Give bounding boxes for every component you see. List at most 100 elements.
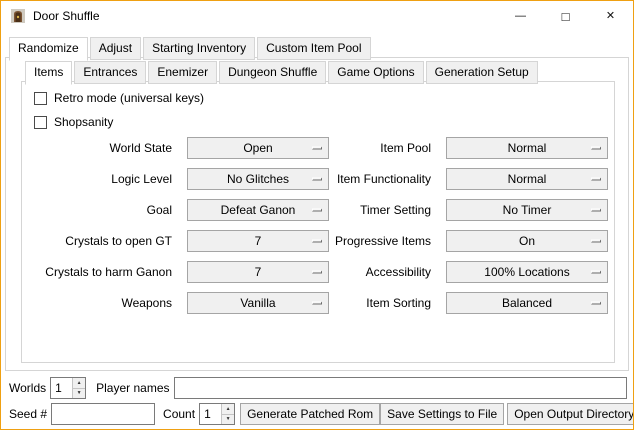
- dropdown-indicator-icon: [591, 146, 601, 149]
- app-icon: [10, 8, 26, 24]
- spin-down-button[interactable]: ▼: [73, 389, 85, 399]
- retro-mode-checkbox[interactable]: Retro mode (universal keys): [34, 89, 204, 107]
- bottom-row-1: Worlds 1 ▲ ▼ Player names: [9, 377, 627, 399]
- accessibility-dropdown[interactable]: 100% Locations: [446, 261, 608, 283]
- window-controls: — □ ✕: [498, 1, 633, 31]
- spin-up-button[interactable]: ▲: [73, 378, 85, 389]
- dropdown-indicator-icon: [312, 270, 322, 273]
- close-icon: ✕: [606, 11, 615, 22]
- progressive-items-dropdown[interactable]: On: [446, 230, 608, 252]
- option-row: Goal Defeat Ganon Timer Setting No Timer: [22, 194, 614, 225]
- count-value: 1: [200, 404, 221, 424]
- option-label: Timer Setting: [329, 203, 439, 217]
- dropdown-value: Defeat Ganon: [221, 203, 296, 217]
- dropdown-indicator-icon: [312, 177, 322, 180]
- seed-input[interactable]: [51, 403, 155, 425]
- tab-enemizer[interactable]: Enemizer: [148, 61, 217, 84]
- primary-tabbar: Randomize Adjust Starting Inventory Cust…: [9, 37, 373, 60]
- dropdown-value: Normal: [508, 172, 547, 186]
- tab-randomize[interactable]: Randomize: [9, 37, 88, 61]
- dropdown-value: Normal: [508, 141, 547, 155]
- dropdown-indicator-icon: [312, 208, 322, 211]
- tab-game-options[interactable]: Game Options: [328, 61, 423, 84]
- minimize-icon: —: [515, 11, 526, 22]
- spin-down-button[interactable]: ▼: [222, 415, 234, 425]
- timer-setting-dropdown[interactable]: No Timer: [446, 199, 608, 221]
- crystals-open-gt-dropdown[interactable]: 7: [187, 230, 329, 252]
- dropdown-indicator-icon: [591, 301, 601, 304]
- dropdown-value: 7: [255, 265, 262, 279]
- maximize-button[interactable]: □: [543, 1, 588, 31]
- dropdown-indicator-icon: [312, 239, 322, 242]
- count-label: Count: [163, 407, 195, 421]
- option-label: Logic Level: [22, 172, 180, 186]
- options-grid: World State Open Item Pool Normal Logic …: [22, 132, 614, 318]
- tab-entrances[interactable]: Entrances: [74, 61, 146, 84]
- items-panel: Retro mode (universal keys) Shopsanity W…: [21, 81, 615, 363]
- save-settings-button[interactable]: Save Settings to File: [380, 403, 504, 425]
- option-label: Weapons: [22, 296, 180, 310]
- option-label: World State: [22, 141, 180, 155]
- option-row: Logic Level No Glitches Item Functionali…: [22, 163, 614, 194]
- worlds-value: 1: [51, 378, 72, 398]
- option-row: Weapons Vanilla Item Sorting Balanced: [22, 287, 614, 318]
- tab-adjust[interactable]: Adjust: [90, 37, 141, 60]
- dropdown-indicator-icon: [591, 208, 601, 211]
- dropdown-value: On: [519, 234, 535, 248]
- spin-arrows: ▲ ▼: [221, 404, 234, 424]
- secondary-tabbar: Items Entrances Enemizer Dungeon Shuffle…: [25, 61, 540, 84]
- titlebar[interactable]: Door Shuffle — □ ✕: [1, 1, 633, 31]
- worlds-spinbox[interactable]: 1 ▲ ▼: [50, 377, 86, 399]
- tab-dungeon-shuffle[interactable]: Dungeon Shuffle: [219, 61, 326, 84]
- maximize-icon: □: [562, 10, 570, 23]
- dropdown-indicator-icon: [591, 239, 601, 242]
- dropdown-value: No Glitches: [227, 172, 289, 186]
- window: Door Shuffle — □ ✕ Randomize Adjust Star…: [0, 0, 634, 430]
- dropdown-value: Open: [243, 141, 272, 155]
- item-functionality-dropdown[interactable]: Normal: [446, 168, 608, 190]
- spin-up-button[interactable]: ▲: [222, 404, 234, 415]
- window-title: Door Shuffle: [33, 9, 100, 23]
- seed-label: Seed #: [9, 407, 47, 421]
- dropdown-indicator-icon: [591, 270, 601, 273]
- close-button[interactable]: ✕: [588, 1, 633, 31]
- player-names-input[interactable]: [174, 377, 628, 399]
- crystals-harm-ganon-dropdown[interactable]: 7: [187, 261, 329, 283]
- option-label: Item Pool: [329, 141, 439, 155]
- option-label: Item Functionality: [329, 172, 439, 186]
- minimize-button[interactable]: —: [498, 1, 543, 31]
- option-row: World State Open Item Pool Normal: [22, 132, 614, 163]
- dropdown-value: Balanced: [502, 296, 552, 310]
- dropdown-indicator-icon: [312, 301, 322, 304]
- generate-patched-rom-button[interactable]: Generate Patched Rom: [240, 403, 380, 425]
- checkbox-icon: [34, 92, 47, 105]
- dropdown-value: 100% Locations: [484, 265, 569, 279]
- item-pool-dropdown[interactable]: Normal: [446, 137, 608, 159]
- option-label: Item Sorting: [329, 296, 439, 310]
- dropdown-value: No Timer: [503, 203, 552, 217]
- dropdown-indicator-icon: [591, 177, 601, 180]
- dropdown-indicator-icon: [312, 146, 322, 149]
- tab-generation-setup[interactable]: Generation Setup: [426, 61, 538, 84]
- goal-dropdown[interactable]: Defeat Ganon: [187, 199, 329, 221]
- option-label: Accessibility: [329, 265, 439, 279]
- checkbox-label: Shopsanity: [54, 115, 113, 129]
- spin-arrows: ▲ ▼: [72, 378, 85, 398]
- world-state-dropdown[interactable]: Open: [187, 137, 329, 159]
- item-sorting-dropdown[interactable]: Balanced: [446, 292, 608, 314]
- weapons-dropdown[interactable]: Vanilla: [187, 292, 329, 314]
- checkbox-icon: [34, 116, 47, 129]
- option-label: Crystals to open GT: [22, 234, 180, 248]
- tab-items[interactable]: Items: [25, 61, 72, 85]
- count-spinbox[interactable]: 1 ▲ ▼: [199, 403, 235, 425]
- open-output-directory-button[interactable]: Open Output Directory: [507, 403, 634, 425]
- option-row: Crystals to harm Ganon 7 Accessibility 1…: [22, 256, 614, 287]
- option-label: Progressive Items: [329, 234, 439, 248]
- logic-level-dropdown[interactable]: No Glitches: [187, 168, 329, 190]
- tab-custom-item-pool[interactable]: Custom Item Pool: [257, 37, 370, 60]
- player-names-label: Player names: [96, 381, 169, 395]
- tab-starting-inventory[interactable]: Starting Inventory: [143, 37, 255, 60]
- shopsanity-checkbox[interactable]: Shopsanity: [34, 113, 113, 131]
- option-row: Crystals to open GT 7 Progressive Items …: [22, 225, 614, 256]
- dropdown-value: Vanilla: [240, 296, 275, 310]
